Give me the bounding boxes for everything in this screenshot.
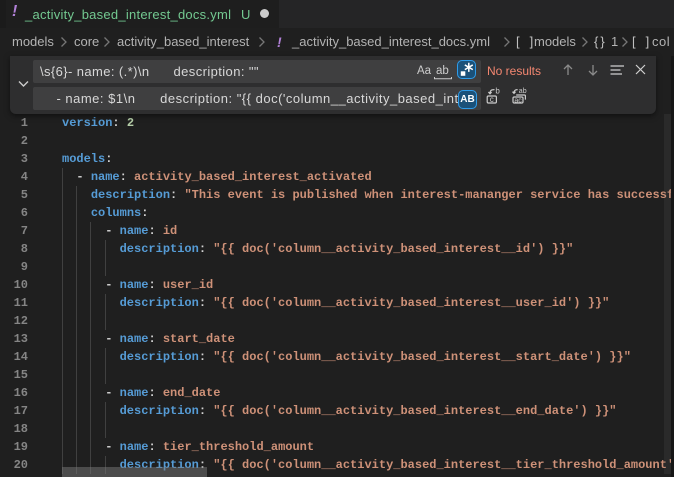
- svg-text:c: c: [490, 95, 494, 104]
- svg-text:b: b: [495, 87, 500, 95]
- svg-text:ac: ac: [514, 97, 522, 104]
- svg-text:ab: ab: [519, 88, 527, 95]
